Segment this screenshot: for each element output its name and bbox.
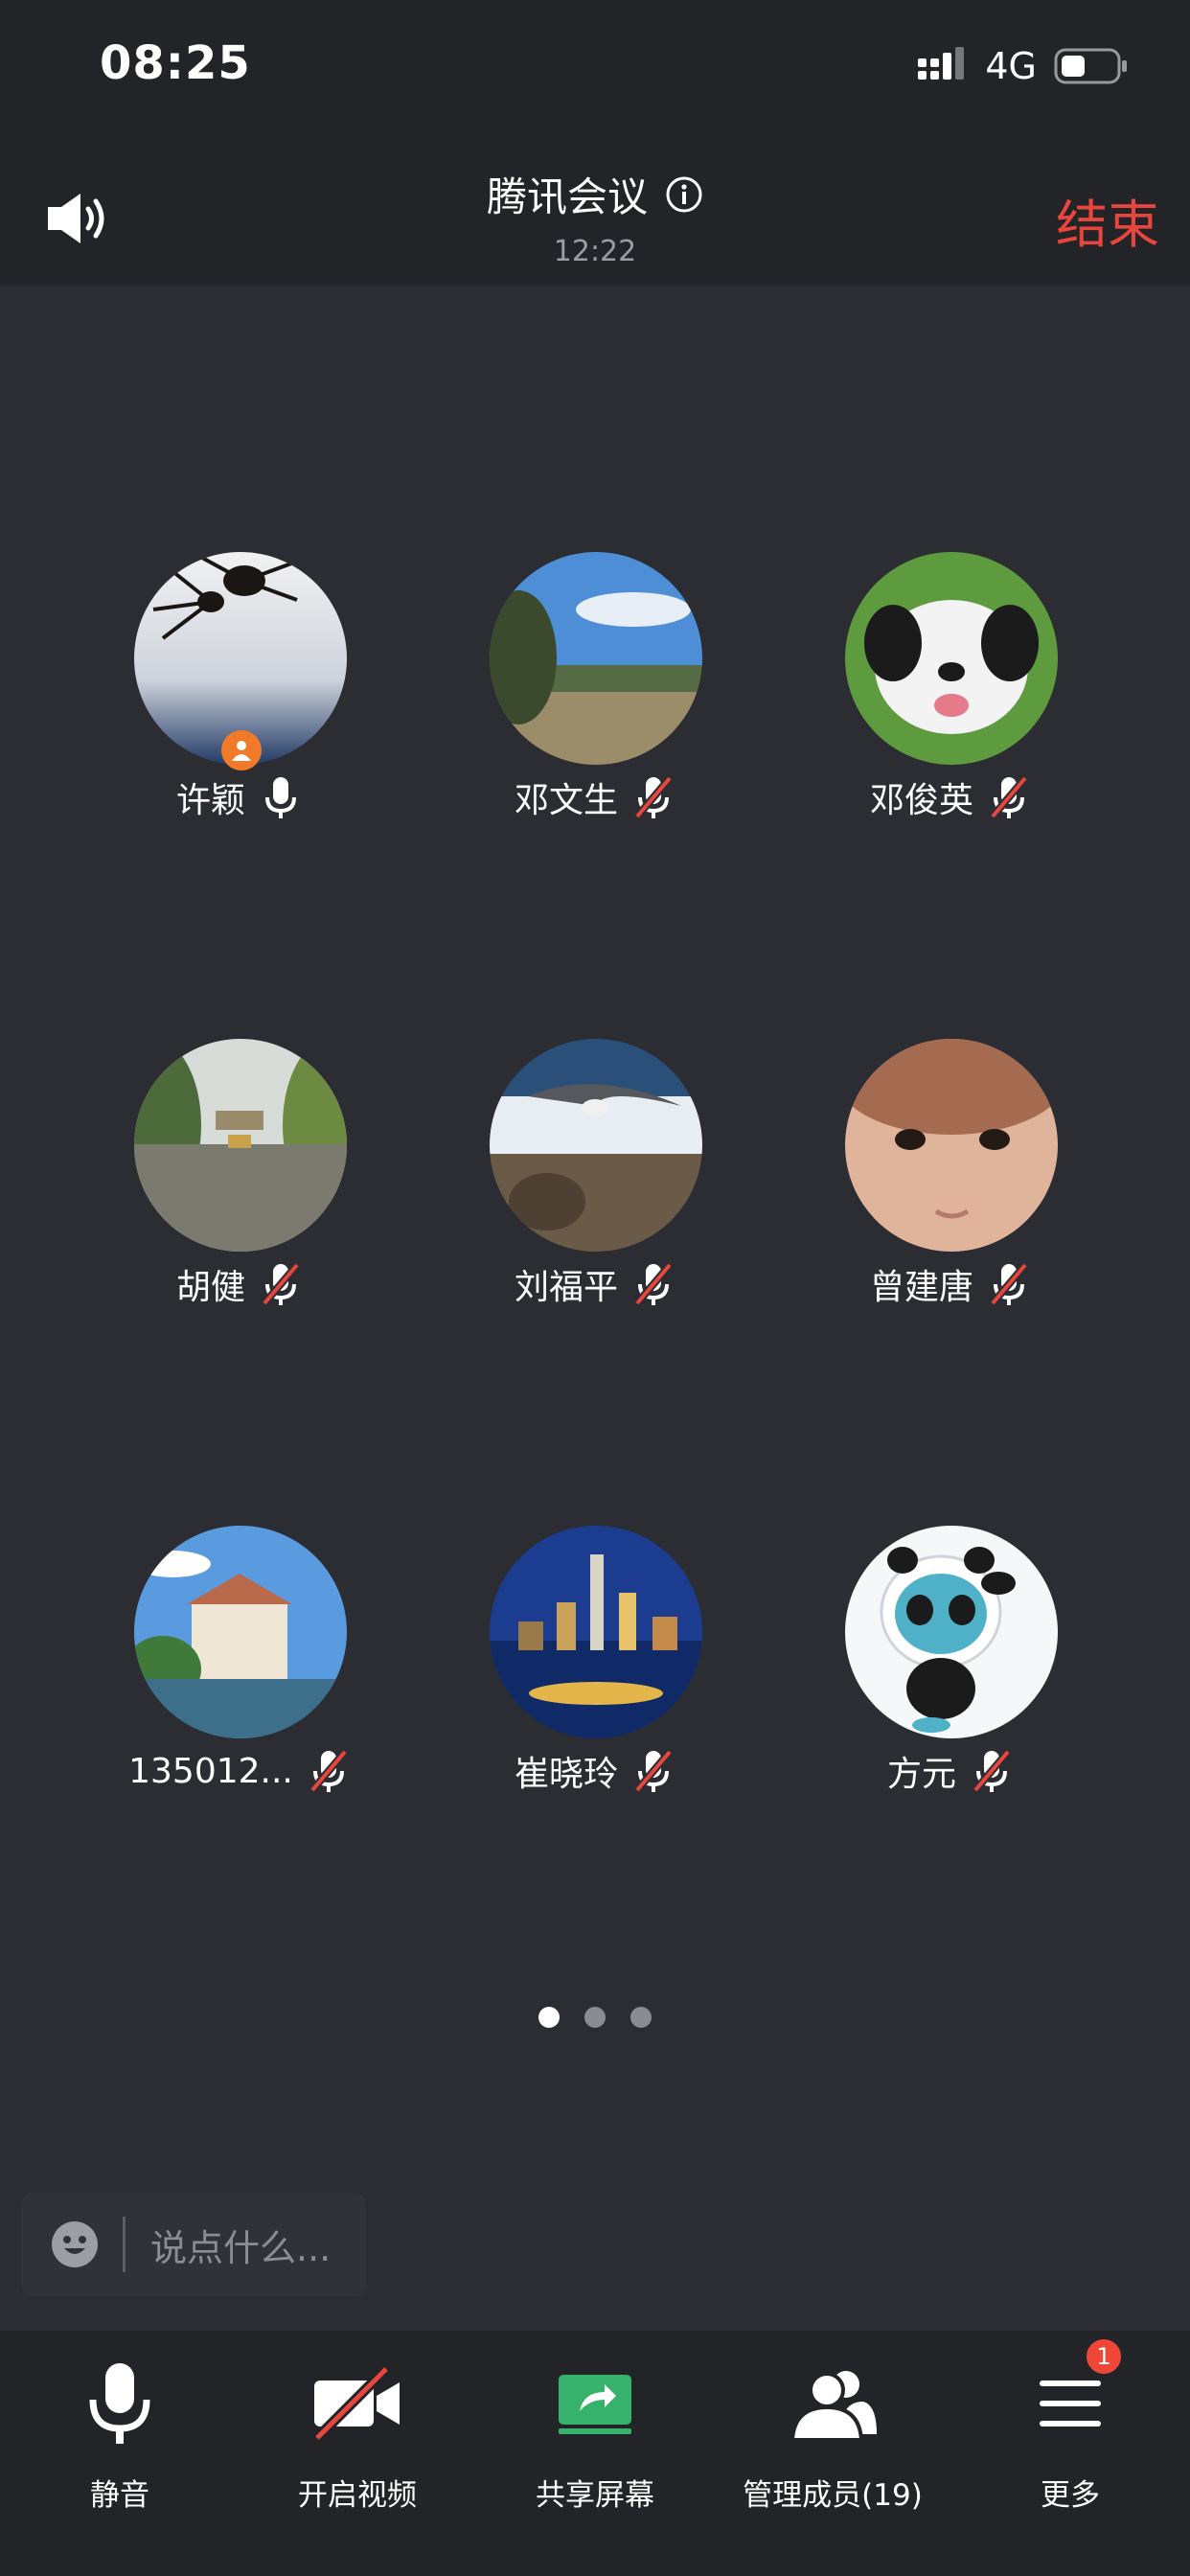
participant-name: 曾建唐 bbox=[869, 1268, 973, 1307]
manage-members-button[interactable]: 管理成员(19) bbox=[713, 2358, 952, 2530]
share-screen-icon bbox=[559, 2375, 631, 2434]
video-off-icon bbox=[313, 2365, 400, 2442]
emoji-icon[interactable] bbox=[50, 2220, 100, 2269]
meeting-title-row[interactable]: 腾讯会议 bbox=[487, 165, 703, 223]
participant-tile[interactable]: 刘福平 bbox=[423, 1039, 767, 1317]
top-bar: 08:25 4G 腾讯会议 12:22 结束 bbox=[0, 0, 1190, 286]
mute-label: 静音 bbox=[90, 2478, 149, 2513]
participant-name: 胡健 bbox=[175, 1268, 245, 1307]
mic-icon bbox=[265, 777, 296, 818]
avatar bbox=[845, 1039, 1058, 1252]
mic-icon bbox=[89, 2363, 150, 2444]
participant-name-row: 胡健 bbox=[67, 1257, 412, 1311]
battery-icon bbox=[1054, 48, 1127, 84]
meeting-timer: 12:22 bbox=[553, 235, 637, 268]
page-indicator bbox=[0, 2007, 1190, 2028]
start-video-label: 开启视频 bbox=[298, 2478, 417, 2513]
participant-tile[interactable]: 邓文生 bbox=[423, 552, 767, 830]
participant-name-row: 曾建唐 bbox=[778, 1257, 1123, 1311]
participant-name: 邓文生 bbox=[514, 781, 618, 820]
mic-muted-icon bbox=[633, 1262, 674, 1306]
participant-tile[interactable]: 135012... bbox=[67, 1526, 412, 1804]
participant-name: 方元 bbox=[886, 1755, 956, 1794]
participant-name: 许颖 bbox=[175, 781, 245, 820]
avatar bbox=[490, 552, 702, 765]
chat-placeholder: 说点什么... bbox=[150, 2226, 332, 2269]
share-screen-label: 共享屏幕 bbox=[536, 2478, 654, 2513]
mic-muted-icon bbox=[989, 1262, 1029, 1306]
participant-name: 崔晓玲 bbox=[514, 1755, 618, 1794]
avatar bbox=[490, 1526, 702, 1738]
mic-muted-icon bbox=[989, 775, 1029, 819]
mic-muted-icon bbox=[309, 1749, 348, 1793]
page-dot[interactable] bbox=[630, 2007, 652, 2028]
participant-tile[interactable]: 许颖 bbox=[67, 552, 412, 830]
participant-name-row: 方元 bbox=[778, 1744, 1123, 1798]
participant-tile[interactable]: 方元 bbox=[778, 1526, 1123, 1804]
participant-tile[interactable]: 胡健 bbox=[67, 1039, 412, 1317]
participant-name-row: 135012... bbox=[67, 1744, 412, 1798]
avatar bbox=[490, 1039, 702, 1252]
members-icon bbox=[790, 2371, 877, 2442]
host-icon bbox=[221, 730, 262, 770]
signal-icon bbox=[918, 47, 965, 80]
end-meeting-button[interactable]: 结束 bbox=[1056, 182, 1159, 258]
bottom-toolbar: 静音 开启视频 共享屏幕 管理成员(19) 更多 bbox=[0, 2331, 1190, 2576]
avatar bbox=[845, 552, 1058, 765]
participant-name-row: 刘福平 bbox=[423, 1257, 767, 1311]
mic-muted-icon bbox=[633, 775, 674, 819]
mute-button[interactable]: 静音 bbox=[0, 2358, 240, 2530]
avatar bbox=[845, 1526, 1058, 1738]
participant-name: 刘福平 bbox=[514, 1268, 618, 1307]
participant-name-row: 许颖 bbox=[67, 770, 412, 824]
participant-tile[interactable]: 曾建唐 bbox=[778, 1039, 1123, 1317]
mic-muted-icon bbox=[633, 1749, 674, 1793]
meeting-title: 腾讯会议 bbox=[486, 173, 648, 220]
mic-muted-icon bbox=[972, 1749, 1012, 1793]
avatar bbox=[134, 1526, 347, 1738]
start-video-button[interactable]: 开启视频 bbox=[238, 2358, 477, 2530]
manage-members-label: 管理成员(19) bbox=[743, 2478, 923, 2513]
participant-tile[interactable]: 崔晓玲 bbox=[423, 1526, 767, 1804]
page-dot[interactable] bbox=[538, 2007, 560, 2028]
participant-name: 邓俊英 bbox=[869, 781, 973, 820]
status-time: 08:25 bbox=[100, 36, 251, 90]
chat-divider bbox=[123, 2217, 126, 2272]
participant-name-row: 邓俊英 bbox=[778, 770, 1123, 824]
more-label: 更多 bbox=[1041, 2478, 1100, 2513]
page-dot[interactable] bbox=[584, 2007, 606, 2028]
network-label: 4G bbox=[985, 45, 1037, 87]
meeting-title-area: 腾讯会议 bbox=[0, 165, 1190, 223]
participant-name-row: 崔晓玲 bbox=[423, 1744, 767, 1798]
more-button[interactable]: 更多 bbox=[950, 2358, 1190, 2530]
share-screen-button[interactable]: 共享屏幕 bbox=[475, 2358, 715, 2530]
participant-name: 135012... bbox=[128, 1751, 293, 1791]
participant-name-row: 邓文生 bbox=[423, 770, 767, 824]
info-icon[interactable] bbox=[665, 175, 703, 214]
participant-tile[interactable]: 邓俊英 bbox=[778, 552, 1123, 830]
chat-input[interactable]: 说点什么... bbox=[21, 2193, 366, 2296]
mic-muted-icon bbox=[261, 1262, 301, 1306]
avatar bbox=[134, 1039, 347, 1252]
notification-badge: 1 bbox=[1084, 2336, 1124, 2377]
status-icons: 4G bbox=[916, 42, 1129, 90]
